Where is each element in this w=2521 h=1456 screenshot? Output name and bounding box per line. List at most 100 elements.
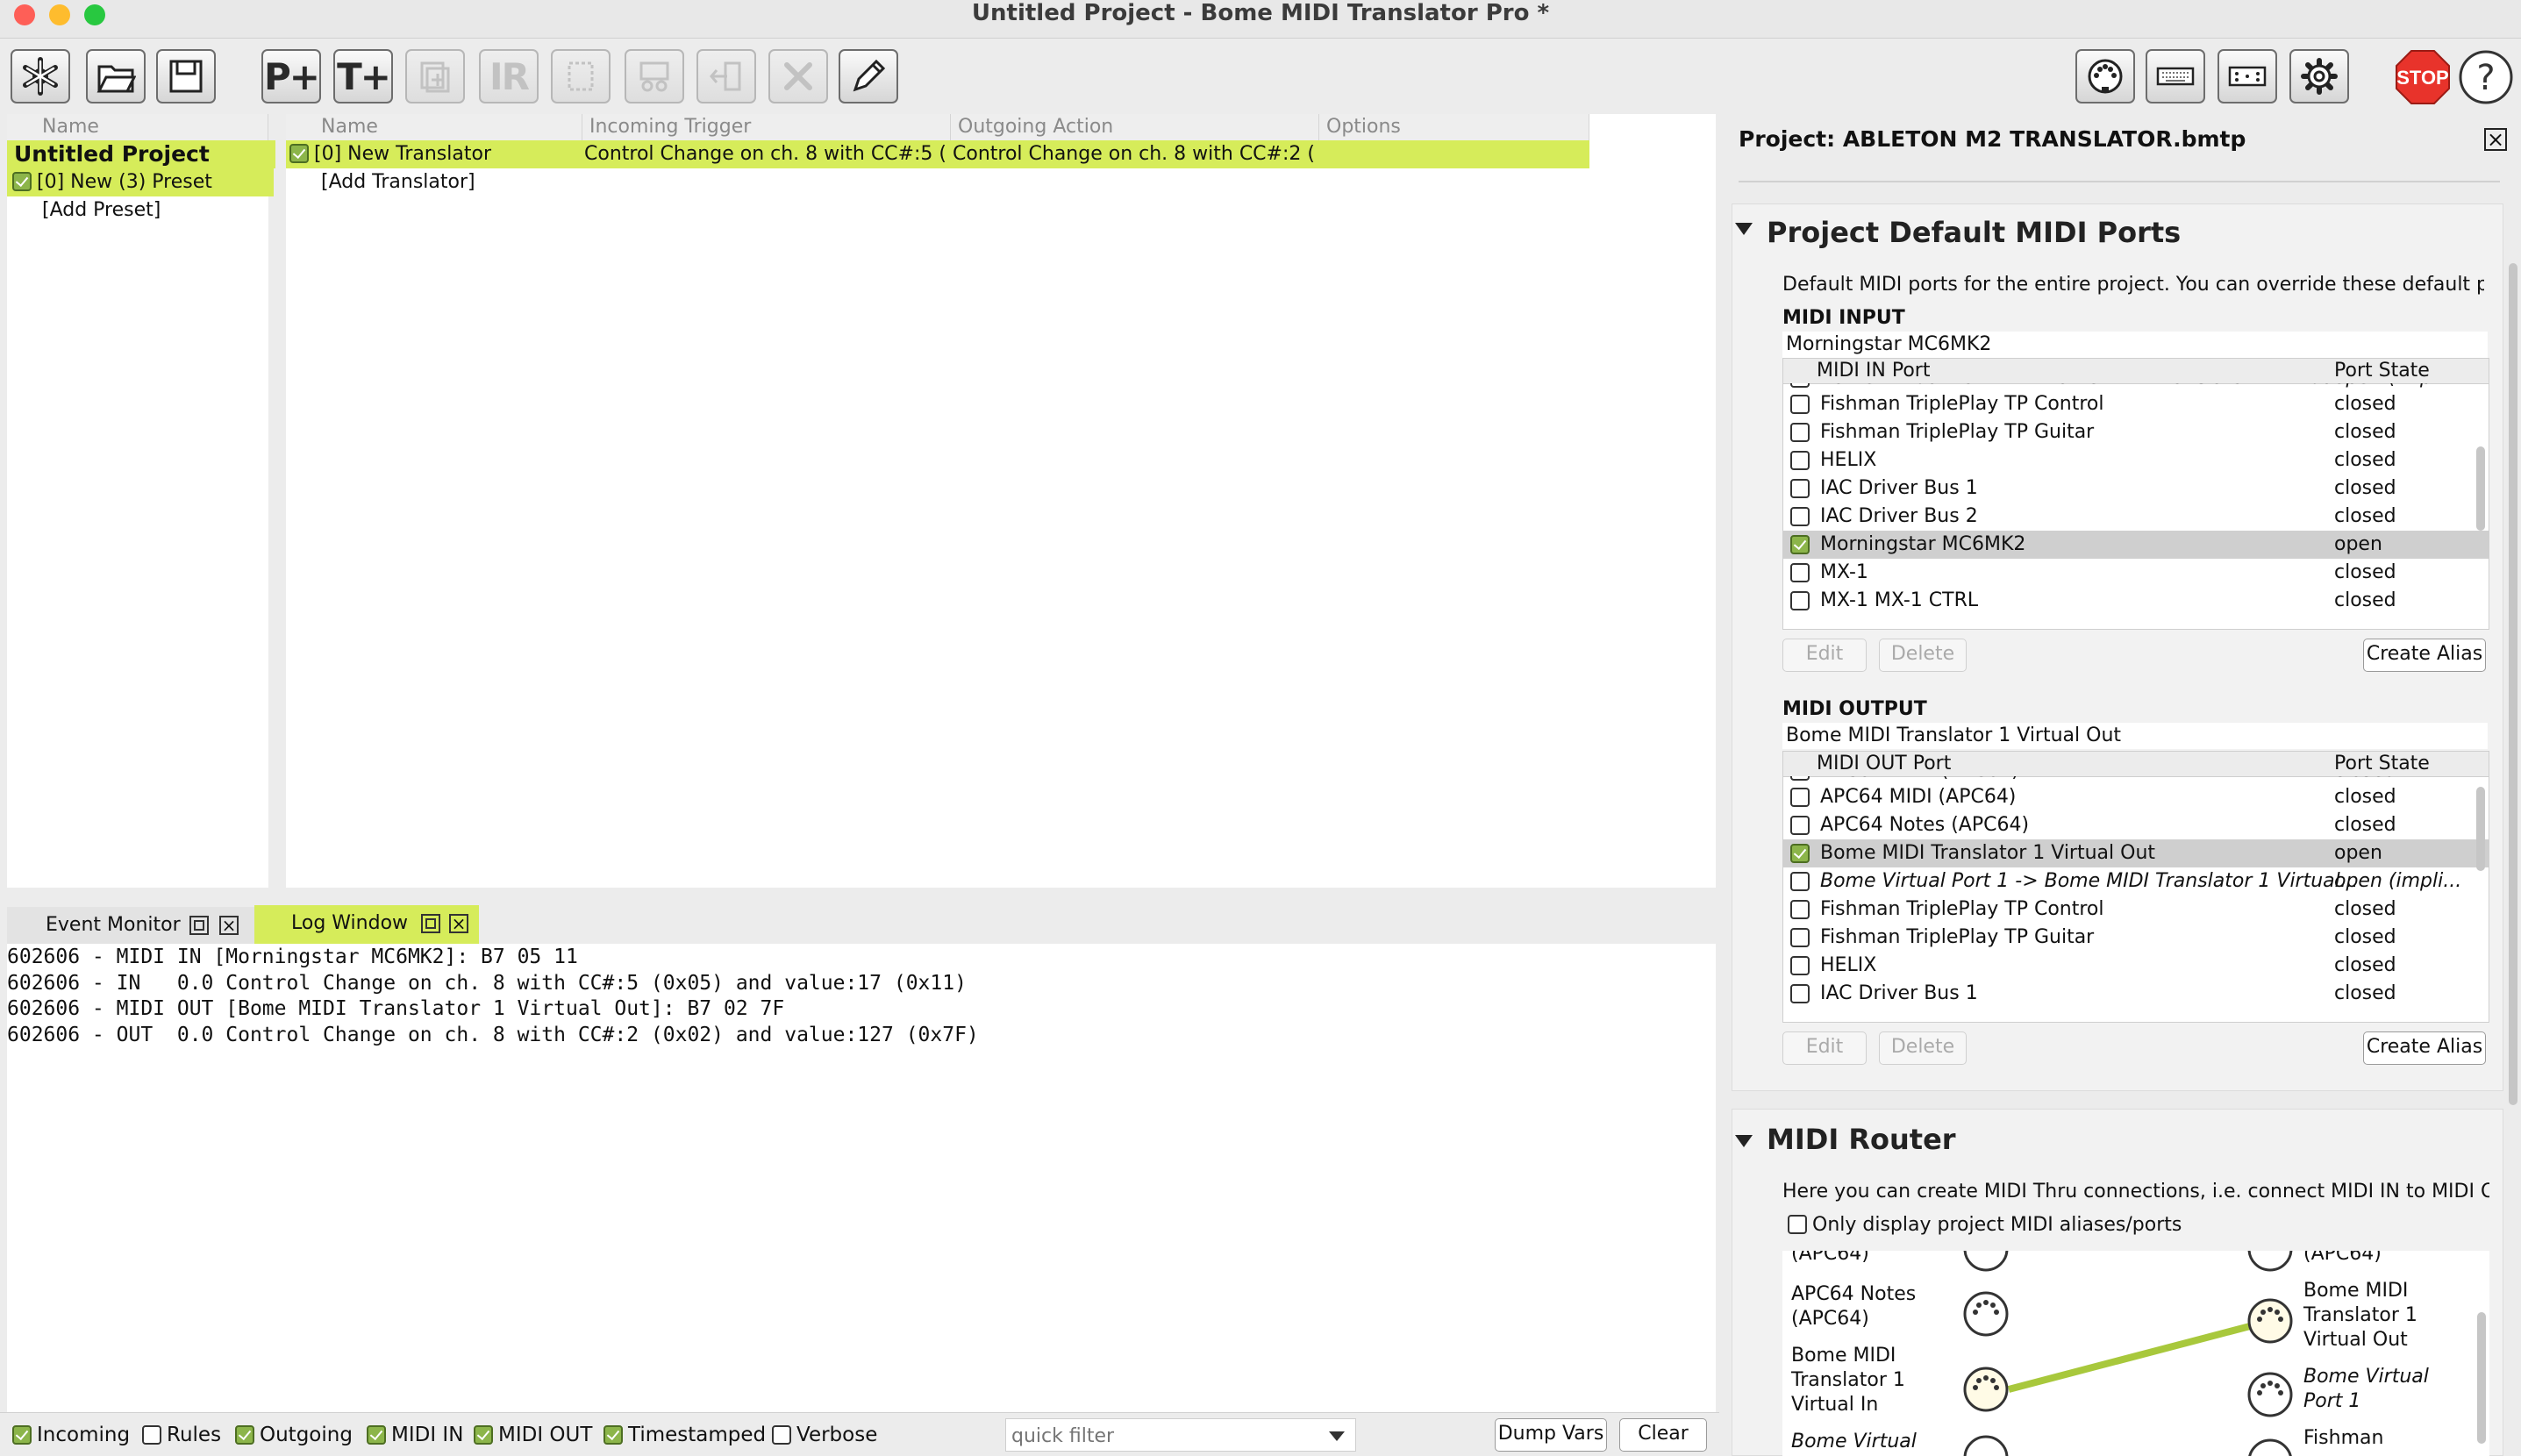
filter-midi-out[interactable]: MIDI OUT (474, 1422, 592, 1448)
new-project-button[interactable] (11, 49, 70, 103)
col-options-header[interactable]: Options (1319, 114, 1589, 140)
keyboard-button[interactable] (2146, 49, 2205, 103)
outgoing-checkbox[interactable] (235, 1425, 254, 1445)
port-checkbox[interactable] (1790, 591, 1810, 610)
port-checkbox[interactable] (1790, 816, 1810, 835)
midi-in-create-alias-button[interactable]: Create Alias (2363, 639, 2486, 672)
add-translator-row[interactable]: [Add Translator] (321, 168, 672, 196)
detach-icon[interactable] (189, 916, 209, 935)
port-row[interactable]: MX-1 MX-1 CTRL closed (1783, 587, 2489, 615)
duplicate-button[interactable] (405, 49, 465, 103)
verbose-checkbox[interactable] (772, 1425, 791, 1445)
port-checkbox[interactable] (1790, 872, 1810, 891)
midi-out-list-scrollbar[interactable] (2476, 787, 2485, 871)
open-button[interactable] (86, 49, 146, 103)
save-button[interactable] (156, 49, 216, 103)
project-name-row[interactable]: Untitled Project (7, 140, 275, 168)
port-checkbox[interactable] (1790, 535, 1810, 554)
collapse-triangle-icon[interactable] (1735, 1135, 1753, 1147)
filter-rules[interactable]: Rules (142, 1422, 221, 1448)
port-row[interactable]: Fishman TriplePlay TP Guitar closed (1783, 924, 2489, 952)
midi-out-edit-button[interactable]: Edit (1782, 1031, 1867, 1065)
midi-in-list-scrollbar[interactable] (2476, 446, 2485, 531)
col-state-header[interactable]: Port State (2334, 359, 2430, 383)
stop-button[interactable]: STOP (2395, 49, 2451, 105)
midi-out-checkbox[interactable] (474, 1425, 493, 1445)
incoming-checkbox[interactable] (12, 1425, 32, 1445)
port-row[interactable]: APC64 Notes (APC64) closed (1783, 811, 2489, 839)
port-row[interactable]: Bome Virtual Port 1 -> Bome MIDI Transla… (1783, 867, 2489, 896)
port-row-selected[interactable]: Bome MIDI Translator 1 Virtual Out open (1783, 839, 2489, 867)
translator-row[interactable]: [0] New Translator Control Change on ch.… (286, 140, 1589, 168)
port-checkbox[interactable] (1790, 451, 1810, 470)
midi-ports-button[interactable] (2075, 49, 2135, 103)
router-scrollbar[interactable] (2477, 1312, 2486, 1444)
router-button[interactable] (2217, 49, 2277, 103)
clear-button[interactable]: Clear (1619, 1418, 1707, 1452)
midi-in-checkbox[interactable] (367, 1425, 386, 1445)
port-checkbox[interactable] (1790, 395, 1810, 414)
port-checkbox[interactable] (1790, 844, 1810, 863)
col-outgoing-header[interactable]: Outgoing Action (951, 114, 1319, 140)
port-row[interactable]: Fishman TriplePlay TP Control closed (1783, 390, 2489, 418)
rules-checkbox[interactable] (142, 1425, 161, 1445)
collapse-triangle-icon[interactable] (1735, 223, 1753, 235)
edit-button[interactable] (839, 49, 898, 103)
translator-active-checkbox[interactable] (289, 144, 309, 163)
port-row[interactable]: HELIX closed (1783, 952, 2489, 980)
tab-log-window[interactable]: Log Window × (254, 905, 479, 944)
quick-filter-combo[interactable] (1005, 1418, 1356, 1452)
add-preset-button[interactable]: P+ (261, 49, 321, 103)
port-row[interactable]: IAC Driver Bus 1 closed (1783, 475, 2489, 503)
incoming-rules-button[interactable]: IR (479, 49, 539, 103)
port-checkbox[interactable] (1790, 507, 1810, 526)
close-icon[interactable]: × (449, 914, 468, 933)
port-checkbox[interactable] (1790, 984, 1810, 1003)
port-checkbox[interactable] (1790, 423, 1810, 442)
detach-icon[interactable] (421, 914, 440, 933)
port-checkbox[interactable] (1790, 479, 1810, 498)
port-row[interactable]: IAC Driver Bus 2 closed (1783, 503, 2489, 531)
col-state-header[interactable]: Port State (2334, 752, 2430, 776)
help-button[interactable]: ? (2458, 49, 2514, 105)
col-port-header[interactable]: MIDI IN Port (1817, 359, 1930, 383)
midi-in-edit-button[interactable]: Edit (1782, 639, 1867, 672)
port-checkbox[interactable] (1790, 956, 1810, 975)
quick-filter-input[interactable] (1010, 1422, 1311, 1450)
paste-button[interactable] (696, 49, 756, 103)
port-checkbox[interactable] (1790, 788, 1810, 807)
port-row[interactable]: Fishman TriplePlay TP Guitar closed (1783, 418, 2489, 446)
copy-button[interactable] (551, 49, 611, 103)
port-row[interactable]: APC64 MIDI (APC64) closed (1783, 783, 2489, 811)
add-preset-row[interactable]: [Add Preset] (7, 196, 304, 225)
port-checkbox[interactable] (1790, 900, 1810, 919)
dump-vars-button[interactable]: Dump Vars (1495, 1418, 1607, 1452)
tab-event-monitor[interactable]: Event Monitor × (7, 907, 254, 944)
timestamped-checkbox[interactable] (603, 1425, 623, 1445)
only-project-ports-checkbox[interactable] (1788, 1215, 1807, 1234)
col-incoming-header[interactable]: Incoming Trigger (582, 114, 951, 140)
settings-button[interactable] (2289, 49, 2349, 103)
port-row[interactable]: Fishman TriplePlay TP Control closed (1783, 896, 2489, 924)
filter-incoming[interactable]: Incoming (12, 1422, 130, 1448)
midi-out-delete-button[interactable]: Delete (1879, 1031, 1967, 1065)
filter-verbose[interactable]: Verbose (772, 1422, 877, 1448)
port-row[interactable]: HELIX closed (1783, 446, 2489, 475)
midi-router-canvas[interactable]: (APC64) APC64 Notes (APC64) Bome MIDI Tr… (1782, 1251, 2489, 1456)
port-row-selected[interactable]: Morningstar MC6MK2 open (1783, 531, 2489, 559)
preset-name-header[interactable]: Name (7, 114, 268, 140)
port-checkbox[interactable] (1790, 563, 1810, 582)
port-row[interactable]: IAC Driver Bus 1 closed (1783, 980, 2489, 1008)
preset-row[interactable]: [0] New (3) Preset (7, 168, 274, 196)
preset-active-checkbox[interactable] (12, 172, 32, 191)
add-translator-button[interactable]: T+ (333, 49, 393, 103)
col-name-header[interactable]: Name (286, 114, 582, 140)
close-icon[interactable]: × (219, 916, 239, 935)
col-port-header[interactable]: MIDI OUT Port (1817, 752, 1951, 776)
port-checkbox[interactable] (1790, 928, 1810, 947)
port-row[interactable]: MX-1 closed (1783, 559, 2489, 587)
filter-timestamped[interactable]: Timestamped (603, 1422, 766, 1448)
cut-button[interactable] (625, 49, 684, 103)
midi-out-create-alias-button[interactable]: Create Alias (2363, 1031, 2486, 1065)
chevron-down-icon[interactable] (1329, 1431, 1345, 1441)
